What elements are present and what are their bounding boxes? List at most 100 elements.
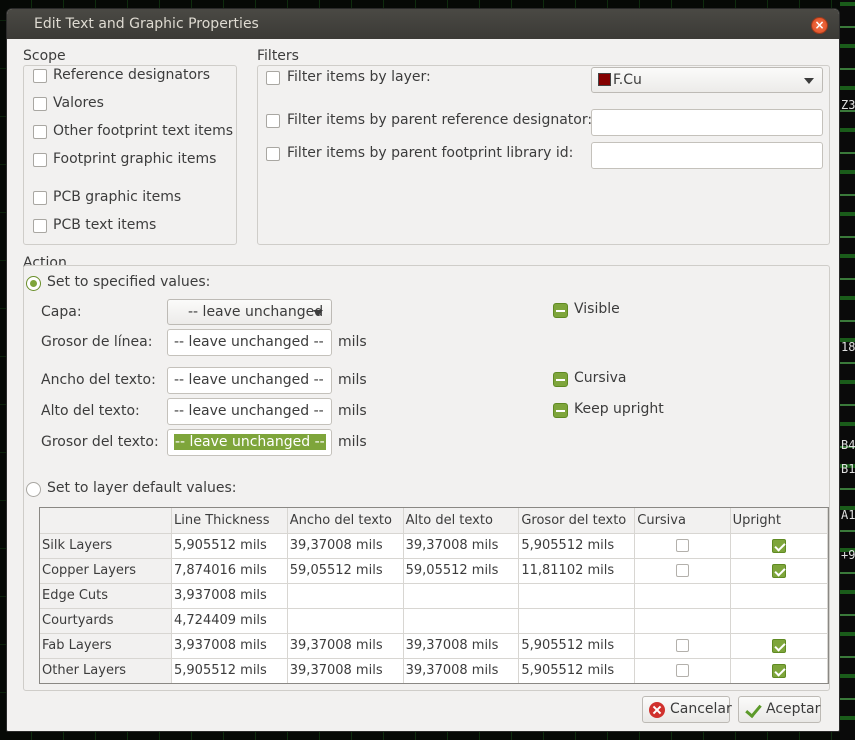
text-width-cell[interactable]: 39,37008 mils <box>287 658 404 683</box>
upright-checkbox[interactable] <box>771 638 786 653</box>
text-thickness-input[interactable]: -- leave unchanged -- <box>167 429 332 456</box>
text-thickness-selected-text: -- leave unchanged -- <box>174 434 326 450</box>
filter-layer-checkbox[interactable] <box>266 71 280 85</box>
text-thickness-cell[interactable]: 5,905512 mils <box>518 658 636 683</box>
layer-defaults-grid[interactable]: Line Thickness Ancho del texto Alto del … <box>39 507 829 684</box>
layer-defaults-radio[interactable] <box>26 482 41 497</box>
upright-cell[interactable] <box>730 533 828 559</box>
keep-upright-label[interactable]: Keep upright <box>574 401 664 417</box>
pcb-label: 18 <box>841 340 855 354</box>
line-width-input[interactable]: -- leave unchanged -- <box>167 329 332 356</box>
line-thickness-cell[interactable]: 3,937008 mils <box>171 583 288 609</box>
italic-cell[interactable] <box>634 533 731 559</box>
text-thickness-cell <box>518 608 636 634</box>
upright-checkbox[interactable] <box>771 563 786 578</box>
scope-pcb-text-checkbox[interactable] <box>33 219 47 233</box>
italic-cell <box>634 608 731 634</box>
filter-layer-dropdown[interactable]: F.Cu <box>591 67 823 93</box>
ok-button-label: Aceptar <box>766 701 821 717</box>
filter-libid-label[interactable]: Filter items by parent footprint library… <box>287 145 573 161</box>
close-button[interactable]: × <box>811 17 828 34</box>
line-thickness-cell[interactable]: 7,874016 mils <box>171 558 288 584</box>
italic-cell[interactable] <box>634 658 731 683</box>
scope-other-text-checkbox[interactable] <box>33 125 47 139</box>
filter-refdes-input[interactable] <box>591 109 823 136</box>
italic-cell[interactable] <box>634 558 731 584</box>
dialog-title: Edit Text and Graphic Properties <box>34 16 259 32</box>
visible-label[interactable]: Visible <box>574 301 620 317</box>
text-height-cell[interactable]: 39,37008 mils <box>403 658 520 683</box>
text-width-cell[interactable]: 39,37008 mils <box>287 633 404 659</box>
line-thickness-cell[interactable]: 5,905512 mils <box>171 533 288 559</box>
text-width-cell <box>287 583 404 609</box>
scope-pcb-graphic-label[interactable]: PCB graphic items <box>53 189 181 205</box>
col-header-text-height[interactable]: Alto del texto <box>403 508 520 534</box>
italic-cell[interactable] <box>634 633 731 659</box>
col-header-text-width[interactable]: Ancho del texto <box>287 508 404 534</box>
line-thickness-cell[interactable]: 5,905512 mils <box>171 658 288 683</box>
scope-refdes-checkbox[interactable] <box>33 69 47 83</box>
pcb-label: +9 <box>841 548 855 562</box>
text-thickness-cell[interactable]: 5,905512 mils <box>518 633 636 659</box>
filter-libid-checkbox[interactable] <box>266 147 280 161</box>
line-thickness-cell[interactable]: 4,724409 mils <box>171 608 288 634</box>
col-header-line-thickness[interactable]: Line Thickness <box>171 508 288 534</box>
layer-defaults-label[interactable]: Set to layer default values: <box>47 480 236 496</box>
italic-cell <box>634 583 731 609</box>
specified-values-radio[interactable] <box>26 276 41 291</box>
filters-label: Filters <box>257 48 299 64</box>
layer-field-label: Capa: <box>41 304 82 320</box>
ok-button[interactable]: Aceptar <box>738 696 821 723</box>
italic-checkbox[interactable] <box>675 539 689 552</box>
col-header-italic[interactable]: Cursiva <box>634 508 731 534</box>
layer-dropdown[interactable]: -- leave unchanged <box>167 299 332 325</box>
filter-layer-label[interactable]: Filter items by layer: <box>287 69 431 85</box>
text-height-input[interactable]: -- leave unchanged -- <box>167 398 332 425</box>
italic-checkbox[interactable] <box>675 564 689 577</box>
text-height-cell[interactable]: 39,37008 mils <box>403 633 520 659</box>
pcb-label: B4 <box>841 438 855 452</box>
chevron-down-icon <box>313 310 323 316</box>
italic-label[interactable]: Cursiva <box>574 370 626 386</box>
upright-cell[interactable] <box>730 658 828 683</box>
scope-pcb-graphic-checkbox[interactable] <box>33 191 47 205</box>
scope-values-label[interactable]: Valores <box>53 95 104 111</box>
scope-refdes-label[interactable]: Reference designators <box>53 67 210 83</box>
row-header: Copper Layers <box>40 558 172 584</box>
line-thickness-cell[interactable]: 3,937008 mils <box>171 633 288 659</box>
text-height-label: Alto del texto: <box>41 403 140 419</box>
col-header-text-thickness[interactable]: Grosor del texto <box>518 508 636 534</box>
text-width-unit: mils <box>338 372 367 388</box>
scope-values-checkbox[interactable] <box>33 97 47 111</box>
upright-cell[interactable] <box>730 633 828 659</box>
text-thickness-label: Grosor del texto: <box>41 434 159 450</box>
specified-values-label[interactable]: Set to specified values: <box>47 274 210 290</box>
upright-cell <box>730 583 828 609</box>
scope-pcb-text-label[interactable]: PCB text items <box>53 217 156 233</box>
upright-checkbox[interactable] <box>771 663 786 678</box>
upright-cell[interactable] <box>730 558 828 584</box>
text-height-cell[interactable]: 39,37008 mils <box>403 533 520 559</box>
title-bar[interactable]: Edit Text and Graphic Properties × <box>7 9 839 39</box>
text-thickness-cell[interactable]: 5,905512 mils <box>518 533 636 559</box>
visible-checkbox[interactable] <box>553 303 568 318</box>
text-height-cell[interactable]: 59,05512 mils <box>403 558 520 584</box>
cancel-button[interactable]: Cancelar <box>642 696 732 723</box>
italic-checkbox[interactable] <box>553 372 568 387</box>
scope-fp-graphic-label[interactable]: Footprint graphic items <box>53 151 216 167</box>
col-header-upright[interactable]: Upright <box>730 508 828 534</box>
scope-other-text-label[interactable]: Other footprint text items <box>53 123 233 139</box>
italic-checkbox[interactable] <box>675 639 689 652</box>
filter-refdes-label[interactable]: Filter items by parent reference designa… <box>287 112 592 128</box>
check-icon <box>745 702 761 718</box>
text-width-cell[interactable]: 59,05512 mils <box>287 558 404 584</box>
keep-upright-checkbox[interactable] <box>553 403 568 418</box>
text-thickness-cell[interactable]: 11,81102 mils <box>518 558 636 584</box>
italic-checkbox[interactable] <box>675 664 689 677</box>
filter-libid-input[interactable] <box>591 142 823 169</box>
scope-fp-graphic-checkbox[interactable] <box>33 153 47 167</box>
upright-checkbox[interactable] <box>771 538 786 553</box>
filter-refdes-checkbox[interactable] <box>266 114 280 128</box>
text-width-cell[interactable]: 39,37008 mils <box>287 533 404 559</box>
text-width-input[interactable]: -- leave unchanged -- <box>167 367 332 394</box>
